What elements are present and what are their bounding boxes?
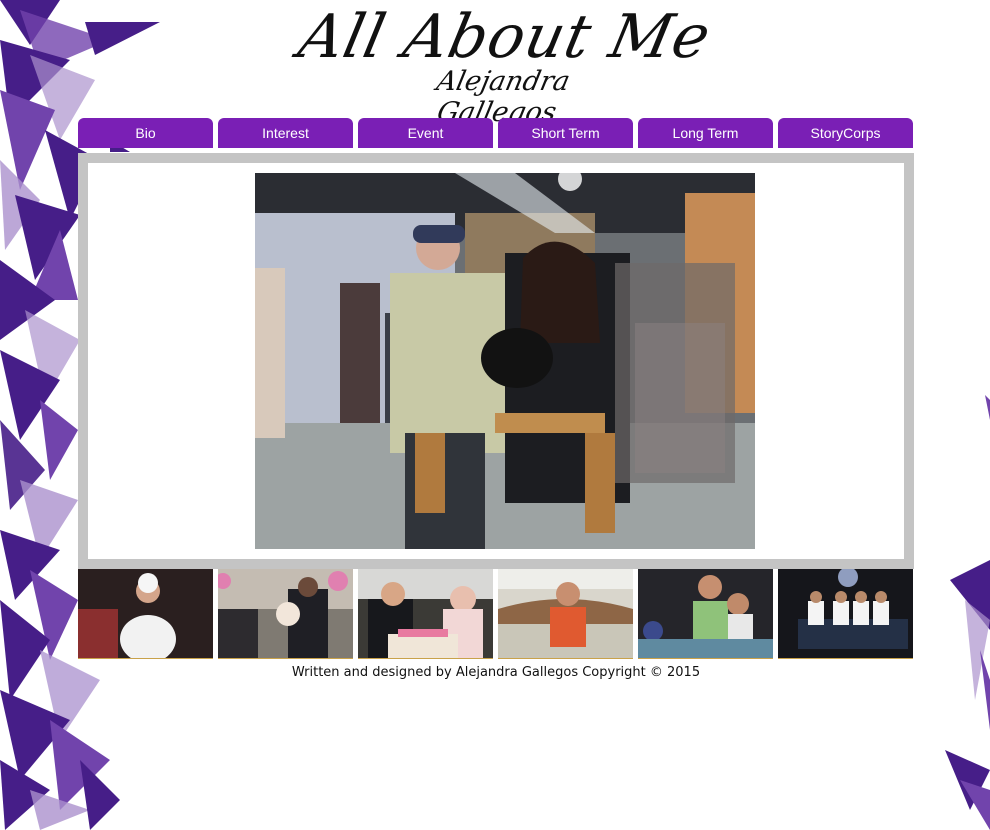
nav-tab-storycorps[interactable]: StoryCorps [778, 118, 913, 148]
nav-tab-event[interactable]: Event [358, 118, 493, 148]
nav-tab-interest[interactable]: Interest [218, 118, 353, 148]
nav-tab-long-term[interactable]: Long Term [638, 118, 773, 148]
thumbnail-5[interactable] [638, 569, 773, 659]
site-header: All About Me Alejandra Gallegos [0, 0, 990, 128]
photo-frame-inner [88, 163, 904, 559]
thumbnail-2[interactable] [218, 569, 353, 659]
main-nav: Bio Interest Event Short Term Long Term … [78, 118, 914, 148]
site-title: All About Me [292, 2, 718, 72]
main-photo [255, 173, 755, 549]
footer-copyright: Written and designed by Alejandra Galleg… [291, 665, 701, 680]
nav-tab-bio[interactable]: Bio [78, 118, 213, 148]
nav-tab-short-term[interactable]: Short Term [498, 118, 633, 148]
thumbnail-strip [78, 569, 914, 659]
thumbnail-3[interactable] [358, 569, 493, 659]
thumbnail-4[interactable] [498, 569, 633, 659]
thumbnail-6[interactable] [778, 569, 913, 659]
photo-frame [78, 153, 914, 569]
thumbnail-1[interactable] [78, 569, 213, 659]
